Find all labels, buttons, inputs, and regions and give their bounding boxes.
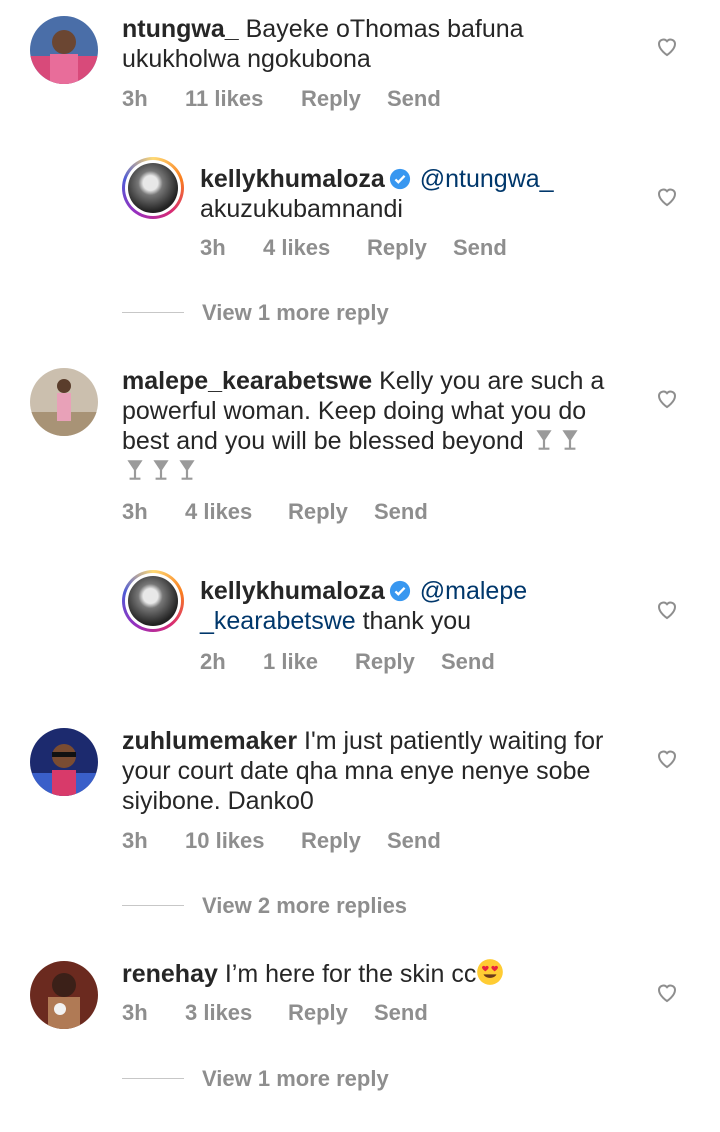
send-button[interactable]: Send <box>387 828 441 854</box>
comment-line: your court date qha mna enye nenye sobe <box>122 757 591 785</box>
heart-icon[interactable] <box>655 34 679 58</box>
reply-button[interactable]: Reply <box>367 235 427 261</box>
reply-button[interactable]: Reply <box>288 1000 348 1026</box>
comment-text: renehay I’m here for the skin cc <box>122 958 504 989</box>
avatar[interactable] <box>30 368 98 436</box>
timestamp: 3h <box>122 1000 148 1025</box>
comment-line: I'm just patiently waiting for <box>304 727 604 755</box>
comment-line: Kelly you are such a <box>379 367 605 395</box>
avatar[interactable] <box>122 570 184 632</box>
mention-link[interactable]: _kearabetswe <box>200 607 356 635</box>
comment-line: best and you will be blessed beyond <box>122 427 524 455</box>
timestamp: 3h <box>122 86 148 111</box>
send-button[interactable]: Send <box>374 499 428 525</box>
view-more-label[interactable]: View 1 more reply <box>202 298 389 328</box>
heart-eyes-emoji <box>477 959 504 985</box>
username[interactable]: kellykhumaloza <box>200 165 385 193</box>
divider <box>122 1078 184 1079</box>
heart-icon[interactable] <box>655 980 679 1004</box>
verified-badge-icon <box>389 168 410 190</box>
comment-line: akuzukubamnandi <box>200 195 403 223</box>
wine-glass-emoji <box>536 430 552 450</box>
likes-count[interactable]: 4 likes <box>185 499 252 525</box>
mention-link[interactable]: @malepe <box>420 577 527 605</box>
mention-link[interactable]: @ntungwa_ <box>420 165 554 193</box>
heart-icon[interactable] <box>655 386 679 410</box>
reply-button[interactable]: Reply <box>288 499 348 525</box>
comment-line: powerful woman. Keep doing what you do <box>122 397 587 425</box>
reply-button[interactable]: Reply <box>301 86 361 112</box>
verified-badge-icon <box>389 580 410 602</box>
send-button[interactable]: Send <box>441 649 495 675</box>
avatar[interactable] <box>30 16 98 84</box>
comment-line: ukukholwa ngokubona <box>122 45 371 73</box>
avatar[interactable] <box>30 728 98 796</box>
timestamp: 3h <box>200 235 226 260</box>
wine-glass-emoji <box>562 430 578 450</box>
likes-count[interactable]: 10 likes <box>185 828 265 854</box>
wine-glass-emoji <box>153 460 169 480</box>
comment-text: kellykhumaloza @malepe _kearabetswe than… <box>200 576 527 636</box>
avatar[interactable] <box>122 157 184 219</box>
timestamp: 3h <box>122 499 148 524</box>
divider <box>122 312 184 313</box>
username[interactable]: renehay <box>122 960 218 988</box>
comment-text: kellykhumaloza @ntungwa_ akuzukubamnandi <box>200 164 554 224</box>
comment-text: malepe_kearabetswe Kelly you are such a … <box>122 366 604 486</box>
comment-text: zuhlumemaker I'm just patiently waiting … <box>122 726 603 816</box>
username[interactable]: malepe_kearabetswe <box>122 367 372 395</box>
send-button[interactable]: Send <box>453 235 507 261</box>
send-button[interactable]: Send <box>387 86 441 112</box>
reply-button[interactable]: Reply <box>301 828 361 854</box>
timestamp: 2h <box>200 649 226 674</box>
comment-text: ntungwa_ Bayeke oThomas bafuna ukukholwa… <box>122 14 524 74</box>
comment-line: siyibone. Danko0 <box>122 787 314 815</box>
username[interactable]: kellykhumaloza <box>200 577 385 605</box>
heart-icon[interactable] <box>655 184 679 208</box>
view-more-label[interactable]: View 2 more replies <box>202 891 407 921</box>
view-more-label[interactable]: View 1 more reply <box>202 1064 389 1094</box>
heart-icon[interactable] <box>655 746 679 770</box>
likes-count[interactable]: 1 like <box>263 649 318 675</box>
wine-glass-emoji <box>127 460 143 480</box>
wine-glass-emoji <box>179 460 195 480</box>
comment-line: thank you <box>355 607 472 635</box>
avatar[interactable] <box>30 961 98 1029</box>
likes-count[interactable]: 11 likes <box>185 86 263 112</box>
likes-count[interactable]: 3 likes <box>185 1000 252 1026</box>
comment-line: I’m here for the skin cc <box>224 960 477 988</box>
divider <box>122 905 184 906</box>
likes-count[interactable]: 4 likes <box>263 235 330 261</box>
comment-line: Bayeke oThomas bafuna <box>245 15 524 43</box>
send-button[interactable]: Send <box>374 1000 428 1026</box>
reply-button[interactable]: Reply <box>355 649 415 675</box>
username[interactable]: ntungwa_ <box>122 15 239 43</box>
heart-icon[interactable] <box>655 597 679 621</box>
timestamp: 3h <box>122 828 148 853</box>
username[interactable]: zuhlumemaker <box>122 727 297 755</box>
